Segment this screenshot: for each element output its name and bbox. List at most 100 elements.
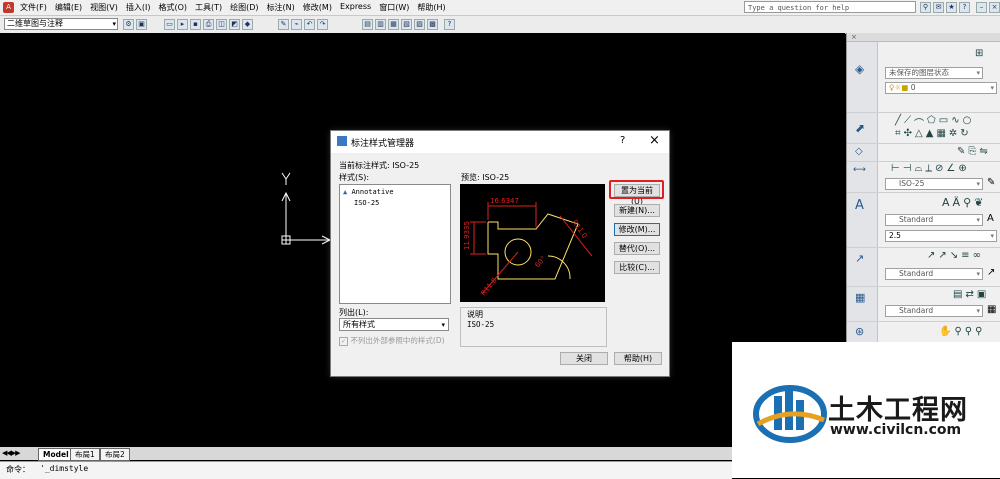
table-insert-icon[interactable]: ▤: [953, 289, 962, 300]
mtext-icon[interactable]: A: [942, 196, 950, 209]
revcloud-icon[interactable]: ✲: [949, 128, 957, 139]
help-icon[interactable]: ?: [959, 2, 970, 13]
copy-icon[interactable]: ⎘: [968, 146, 976, 157]
multileader-icon[interactable]: ↗: [855, 252, 864, 265]
menu-format[interactable]: 格式(O): [158, 2, 187, 13]
mleaderstyle-select[interactable]: Standard ▾: [885, 268, 983, 280]
layer-manager-icon[interactable]: ⊞: [975, 48, 983, 59]
plot-icon[interactable]: ⎙: [203, 19, 214, 30]
dimaligned-icon[interactable]: ⊣: [903, 163, 912, 174]
dimradius-icon[interactable]: ⊘: [935, 163, 943, 174]
tablestyle-edit-icon[interactable]: ▦: [987, 304, 996, 315]
menu-draw[interactable]: 绘图(D): [230, 2, 258, 13]
gradient-icon[interactable]: ✣: [904, 128, 912, 139]
open-icon[interactable]: ▸: [177, 19, 188, 30]
layers-icon[interactable]: ◈: [855, 62, 864, 76]
new-button[interactable]: 新建(N)...: [614, 204, 660, 217]
menu-window[interactable]: 窗口(W): [379, 2, 409, 13]
find-text-icon[interactable]: ⚲: [963, 196, 971, 209]
menu-edit[interactable]: 编辑(E): [55, 2, 82, 13]
palette-grip[interactable]: [847, 33, 1000, 42]
menu-modify[interactable]: 修改(M): [303, 2, 332, 13]
sheetset-icon[interactable]: ▧: [401, 19, 412, 30]
dialog-help-button[interactable]: ?: [620, 135, 625, 146]
override-button[interactable]: 替代(O)...: [614, 242, 660, 255]
list-select[interactable]: 所有样式 ▾: [339, 318, 449, 331]
menu-view[interactable]: 视图(V): [90, 2, 118, 13]
quickcalc-icon[interactable]: ▩: [427, 19, 438, 30]
menu-help[interactable]: 帮助(H): [417, 2, 445, 13]
close-button[interactable]: 关闭: [560, 352, 608, 365]
modify-icon[interactable]: ◇: [855, 146, 863, 157]
table-icon[interactable]: ▦: [936, 128, 945, 139]
palette-close-icon[interactable]: ×: [851, 33, 857, 41]
styles-list[interactable]: ▲ Annotative ISO-25: [339, 184, 451, 304]
dialog-close-button[interactable]: ×: [649, 133, 660, 148]
text-height-select[interactable]: 2.5 ▾: [885, 230, 997, 242]
minimize-icon[interactable]: –: [976, 2, 987, 13]
zoom-window-icon[interactable]: ⚲: [965, 326, 972, 337]
command-line[interactable]: 命令： '_dimstyle: [0, 461, 732, 479]
mleader-collect-icon[interactable]: ∞: [973, 250, 981, 261]
dimcenter-icon[interactable]: ⊕: [958, 163, 966, 174]
mleader-icon[interactable]: ↗: [927, 250, 935, 261]
dimlinear-icon[interactable]: ⊢: [891, 163, 900, 174]
save-icon[interactable]: ▪: [190, 19, 201, 30]
xref-checkbox-row[interactable]: ✓ 不列出外部参照中的样式(D): [339, 335, 445, 346]
workspace-save-icon[interactable]: ▣: [136, 19, 147, 30]
preview-icon[interactable]: ◫: [216, 19, 227, 30]
pan-icon[interactable]: ✋: [939, 326, 951, 337]
table-panel-icon[interactable]: ▦: [855, 291, 865, 304]
menu-file[interactable]: 文件(F): [20, 2, 47, 13]
dimstyle-select[interactable]: ISO-25 ▾: [885, 178, 983, 190]
3d-dwf-icon[interactable]: ◆: [242, 19, 253, 30]
textstyle-edit-icon[interactable]: A: [987, 213, 994, 224]
compare-button[interactable]: 比较(C)...: [614, 261, 660, 274]
navigate-icon[interactable]: ⊛: [855, 325, 864, 338]
new-icon[interactable]: ▭: [164, 19, 175, 30]
search-icon[interactable]: ⚲: [920, 2, 931, 13]
redo-icon[interactable]: ↷: [317, 19, 328, 30]
dialog-titlebar[interactable]: 标注样式管理器 ? ×: [331, 131, 669, 153]
dimstyle-edit-icon[interactable]: ✎: [987, 177, 995, 188]
markup-icon[interactable]: ▨: [414, 19, 425, 30]
zoom-realtime-icon[interactable]: ⚲: [954, 326, 961, 337]
draw-icon[interactable]: ⬈: [855, 121, 865, 135]
text-icon[interactable]: A: [855, 198, 864, 213]
mirror-icon[interactable]: ⇋: [979, 146, 987, 157]
menu-tools[interactable]: 工具(T): [195, 2, 222, 13]
mleaderstyle-edit-icon[interactable]: ↗: [987, 267, 995, 278]
textstyle-select[interactable]: Standard ▾: [885, 214, 983, 226]
menu-insert[interactable]: 插入(I): [126, 2, 151, 13]
style-item-annotative[interactable]: ▲ Annotative: [343, 188, 394, 196]
table-extract-icon[interactable]: ▣: [977, 289, 986, 300]
text-edit-icon[interactable]: Ä: [953, 196, 961, 209]
xref-checkbox[interactable]: ✓: [339, 337, 348, 346]
help-search-input[interactable]: Type a question for help: [744, 1, 916, 13]
matchprop-icon[interactable]: ✎: [278, 19, 289, 30]
tool-palettes-icon[interactable]: ▦: [388, 19, 399, 30]
favorites-icon[interactable]: ★: [946, 2, 957, 13]
erase-icon[interactable]: ✎: [957, 146, 965, 157]
help-button[interactable]: 帮助(H): [614, 352, 662, 365]
tab-layout1[interactable]: 布局1: [70, 448, 100, 461]
tab-layout2[interactable]: 布局2: [100, 448, 130, 461]
modify-button[interactable]: 修改(M)...: [614, 223, 660, 236]
rotate-icon[interactable]: ↻: [960, 128, 968, 139]
mleader-add-icon[interactable]: ↗: [938, 250, 946, 261]
zoom-previous-icon[interactable]: ⚲: [975, 326, 982, 337]
table-link-icon[interactable]: ⇄: [965, 289, 973, 300]
workspace-select[interactable]: 二维草图与注释 ▾: [4, 18, 118, 30]
tab-model[interactable]: Model: [38, 448, 74, 461]
menu-dimension[interactable]: 标注(N): [267, 2, 295, 13]
mleader-align-icon[interactable]: ≡: [961, 250, 969, 261]
properties-icon[interactable]: ▤: [362, 19, 373, 30]
layer-state-select[interactable]: 未保存的图层状态 ▾: [885, 67, 983, 79]
hatch-icon[interactable]: ⌗: [895, 128, 901, 139]
spell-icon[interactable]: ❦: [974, 196, 983, 209]
publish-icon[interactable]: ◩: [229, 19, 240, 30]
brush-icon[interactable]: ⌁: [291, 19, 302, 30]
boundary-icon[interactable]: ▲: [926, 128, 934, 139]
style-item-iso25[interactable]: ISO-25: [354, 199, 379, 207]
mleader-remove-icon[interactable]: ↘: [950, 250, 958, 261]
